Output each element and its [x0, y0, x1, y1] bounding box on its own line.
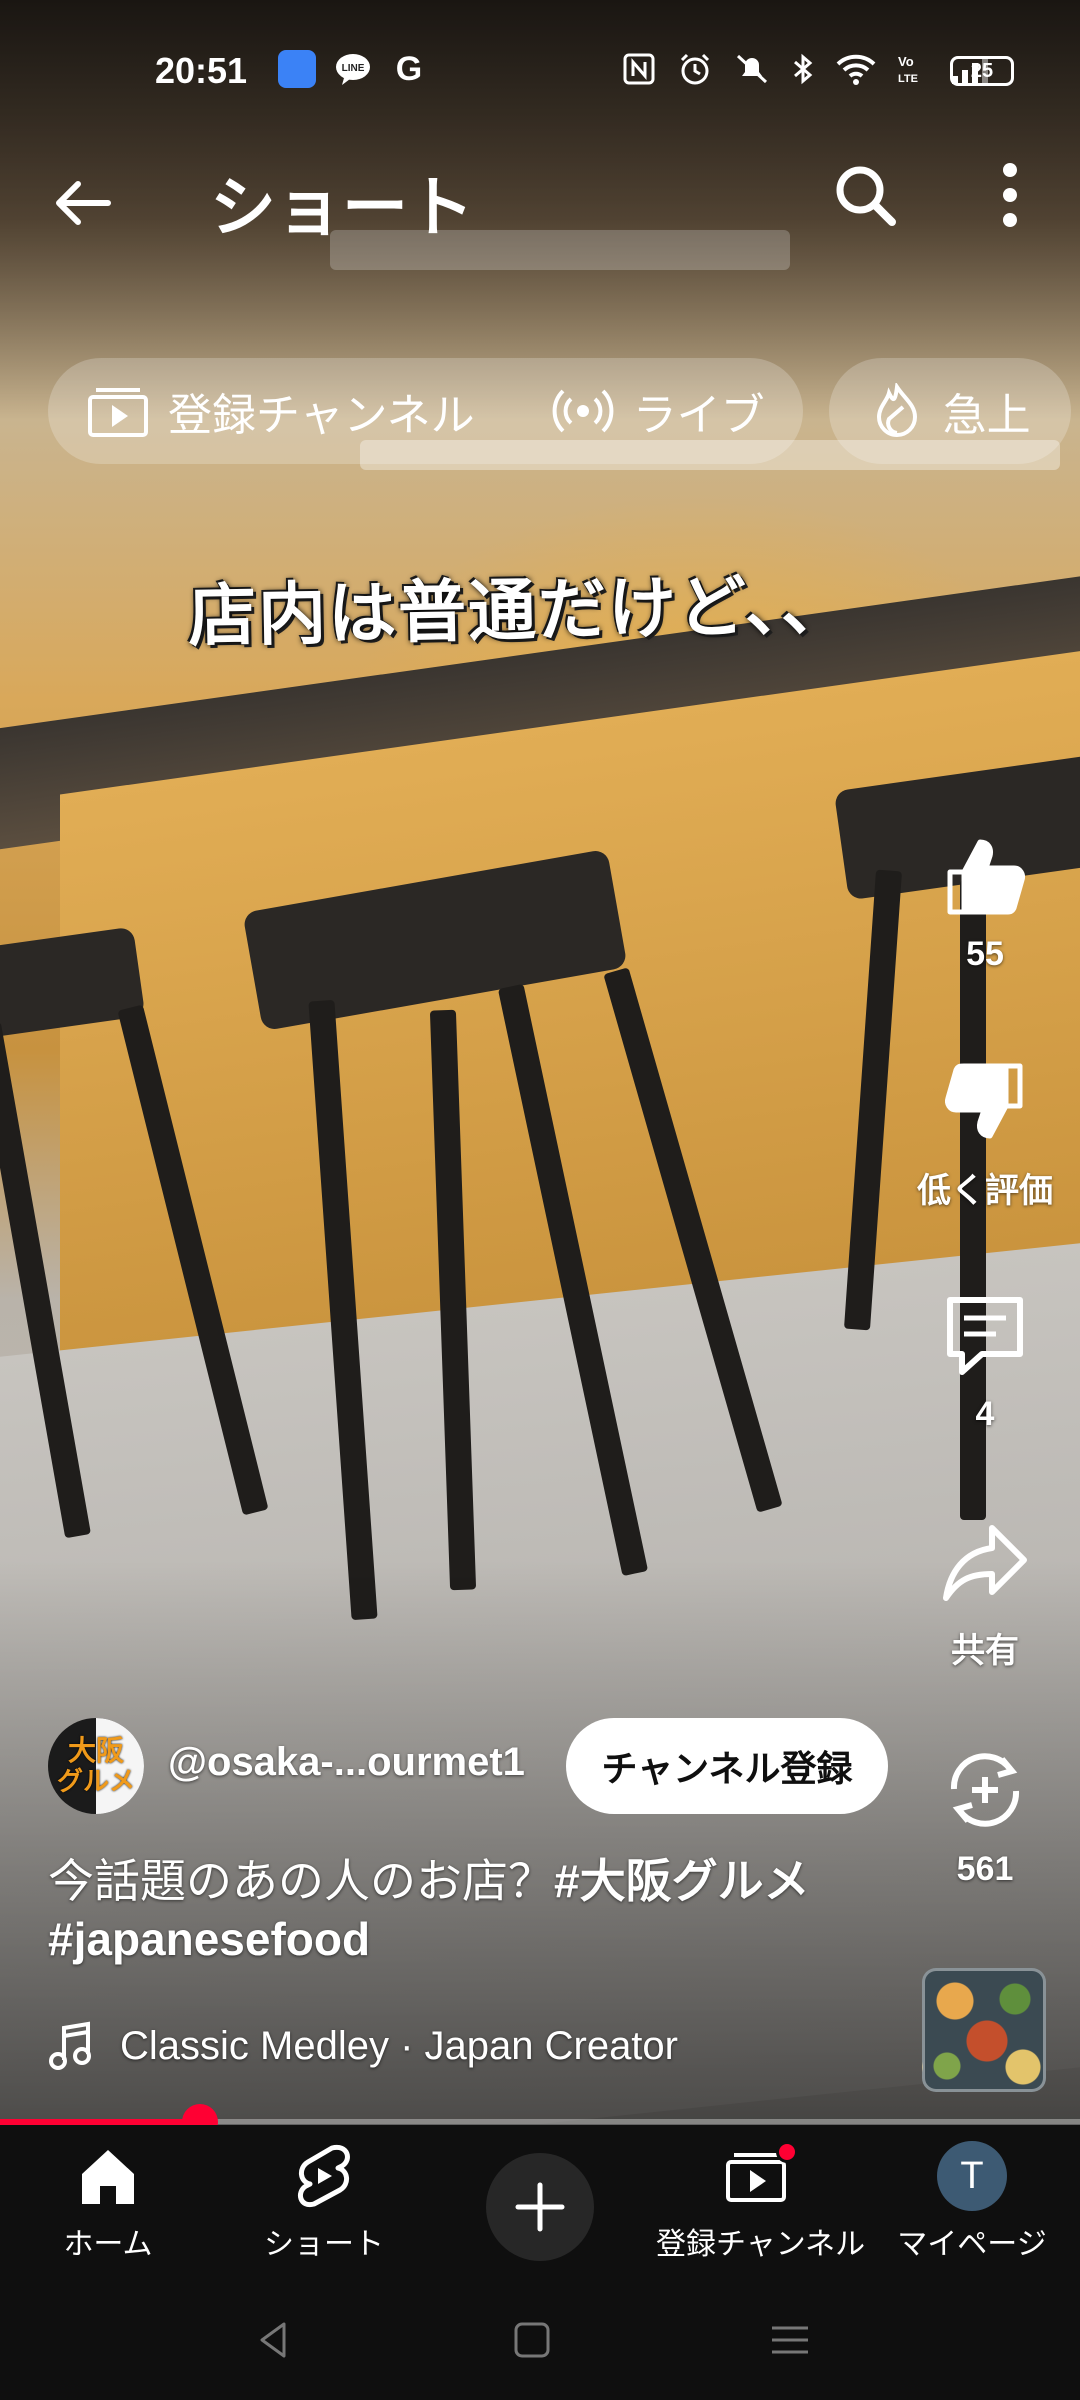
- nav-mypage[interactable]: T マイページ: [872, 2141, 1072, 2263]
- share-label: 共有: [951, 1632, 1019, 1670]
- system-home-icon[interactable]: [502, 2310, 562, 2370]
- battery-indicator: 25: [950, 56, 1014, 86]
- remix-icon: [950, 1753, 1020, 1827]
- avatar-logo-text: 大阪 グルメ: [56, 1735, 135, 1797]
- status-time: 20:51: [155, 50, 248, 91]
- search-icon[interactable]: [830, 160, 900, 230]
- comments-button[interactable]: 4: [910, 1290, 1060, 1434]
- system-navigation-bar: [0, 2280, 1080, 2400]
- app-icon: [278, 50, 316, 88]
- comment-count: 4: [975, 1395, 995, 1433]
- line-icon: LINE: [334, 50, 372, 88]
- shorts-icon: [297, 2144, 350, 2208]
- remix-button[interactable]: 561: [910, 1745, 1060, 1889]
- alarm-icon: [680, 53, 710, 85]
- trending-flame-icon: [876, 383, 917, 437]
- bottom-navigation: ホーム ショート 登録チャンネル T マイページ: [0, 2125, 1080, 2280]
- comment-icon: [947, 1297, 1023, 1375]
- dislike-button[interactable]: 低く評価: [910, 1058, 1060, 1212]
- bluetooth-icon: [794, 53, 813, 85]
- music-label: Classic Medley · Japan Creator: [120, 2023, 678, 2068]
- system-icons: Vo LTE: [622, 52, 990, 86]
- nfc-icon: [623, 53, 655, 85]
- svg-text:LINE: LINE: [342, 63, 365, 74]
- page-title: ショート: [210, 170, 474, 244]
- hashtag-link[interactable]: #大阪グルメ: [554, 1855, 810, 1907]
- back-arrow-icon[interactable]: [48, 168, 118, 238]
- nav-mypage-label: マイページ: [897, 2228, 1047, 2261]
- like-button[interactable]: 55: [910, 830, 1060, 974]
- description-text: 今話題のあの人のお店？: [48, 1855, 554, 1907]
- system-back-icon[interactable]: [244, 2310, 304, 2370]
- music-note-icon: [49, 2021, 91, 2070]
- chip-subscriptions[interactable]: 登録チャンネル: [48, 379, 513, 443]
- hashtag-link[interactable]: #japanesefood: [48, 1913, 370, 1965]
- music-row[interactable]: Classic Medley · Japan Creator: [48, 2020, 678, 2072]
- wifi-icon: [836, 54, 876, 85]
- channel-handle[interactable]: @osaka-...ourmet1: [168, 1740, 525, 1785]
- remix-count: 561: [956, 1850, 1014, 1888]
- chip-live-label: ライブ: [632, 391, 765, 440]
- channel-avatar[interactable]: 大阪 グルメ: [48, 1718, 144, 1814]
- top-app-bar: ショート: [0, 150, 1080, 280]
- chip-trending-label: 急上: [942, 391, 1031, 440]
- nav-home[interactable]: ホーム: [8, 2141, 208, 2263]
- avatar-text-line1: 大阪: [67, 1735, 124, 1766]
- like-count: 55: [966, 935, 1004, 973]
- chip-group: 登録チャンネル ライブ: [48, 358, 803, 464]
- dislike-label: 低く評価: [917, 1172, 1053, 1210]
- thumbs-up-icon: [947, 839, 1025, 915]
- svg-text:LTE: LTE: [898, 73, 918, 85]
- live-icon: [552, 389, 614, 433]
- notification-dot: [776, 2141, 798, 2163]
- video-caption: 店内は普通だけど、、: [187, 566, 852, 657]
- filter-chips: 登録チャンネル ライブ 急上: [48, 358, 1071, 464]
- music-thumbnail[interactable]: [922, 1968, 1046, 2092]
- status-bar: 20:51 LINE G Vo LTE 25: [0, 0, 1080, 150]
- google-icon: G: [395, 49, 423, 88]
- video-description[interactable]: 今話題のあの人のお店？#大阪グルメ #japanesefood: [48, 1852, 908, 1968]
- subscribe-button[interactable]: チャンネル登録: [566, 1718, 888, 1814]
- mute-icon: [736, 54, 768, 84]
- nav-subscriptions[interactable]: 登録チャンネル: [656, 2141, 866, 2263]
- more-options-icon[interactable]: [1000, 160, 1020, 230]
- subscriptions-icon: [88, 388, 148, 437]
- chip-trending[interactable]: 急上: [828, 358, 1071, 464]
- share-button[interactable]: 共有: [910, 1518, 1060, 1672]
- notification-icons: LINE G: [278, 50, 428, 88]
- home-icon: [82, 2150, 134, 2204]
- chip-live[interactable]: ライブ: [513, 379, 803, 443]
- nav-subscriptions-label: 登録チャンネル: [656, 2228, 866, 2261]
- nav-shorts-label: ショート: [264, 2228, 384, 2261]
- user-avatar: T: [937, 2141, 1007, 2211]
- nav-shorts[interactable]: ショート: [224, 2141, 424, 2263]
- create-button[interactable]: [486, 2153, 594, 2261]
- volte-icon: Vo LTE: [898, 54, 918, 85]
- plus-icon: [515, 2182, 565, 2232]
- thumbs-down-icon: [945, 1063, 1023, 1139]
- svg-text:Vo: Vo: [898, 54, 914, 69]
- share-icon: [943, 1525, 1027, 1601]
- chip-subscriptions-label: 登録チャンネル: [168, 391, 475, 440]
- avatar-text-line2: グルメ: [56, 1766, 135, 1796]
- nav-home-label: ホーム: [63, 2228, 153, 2261]
- system-recents-icon[interactable]: [760, 2310, 820, 2370]
